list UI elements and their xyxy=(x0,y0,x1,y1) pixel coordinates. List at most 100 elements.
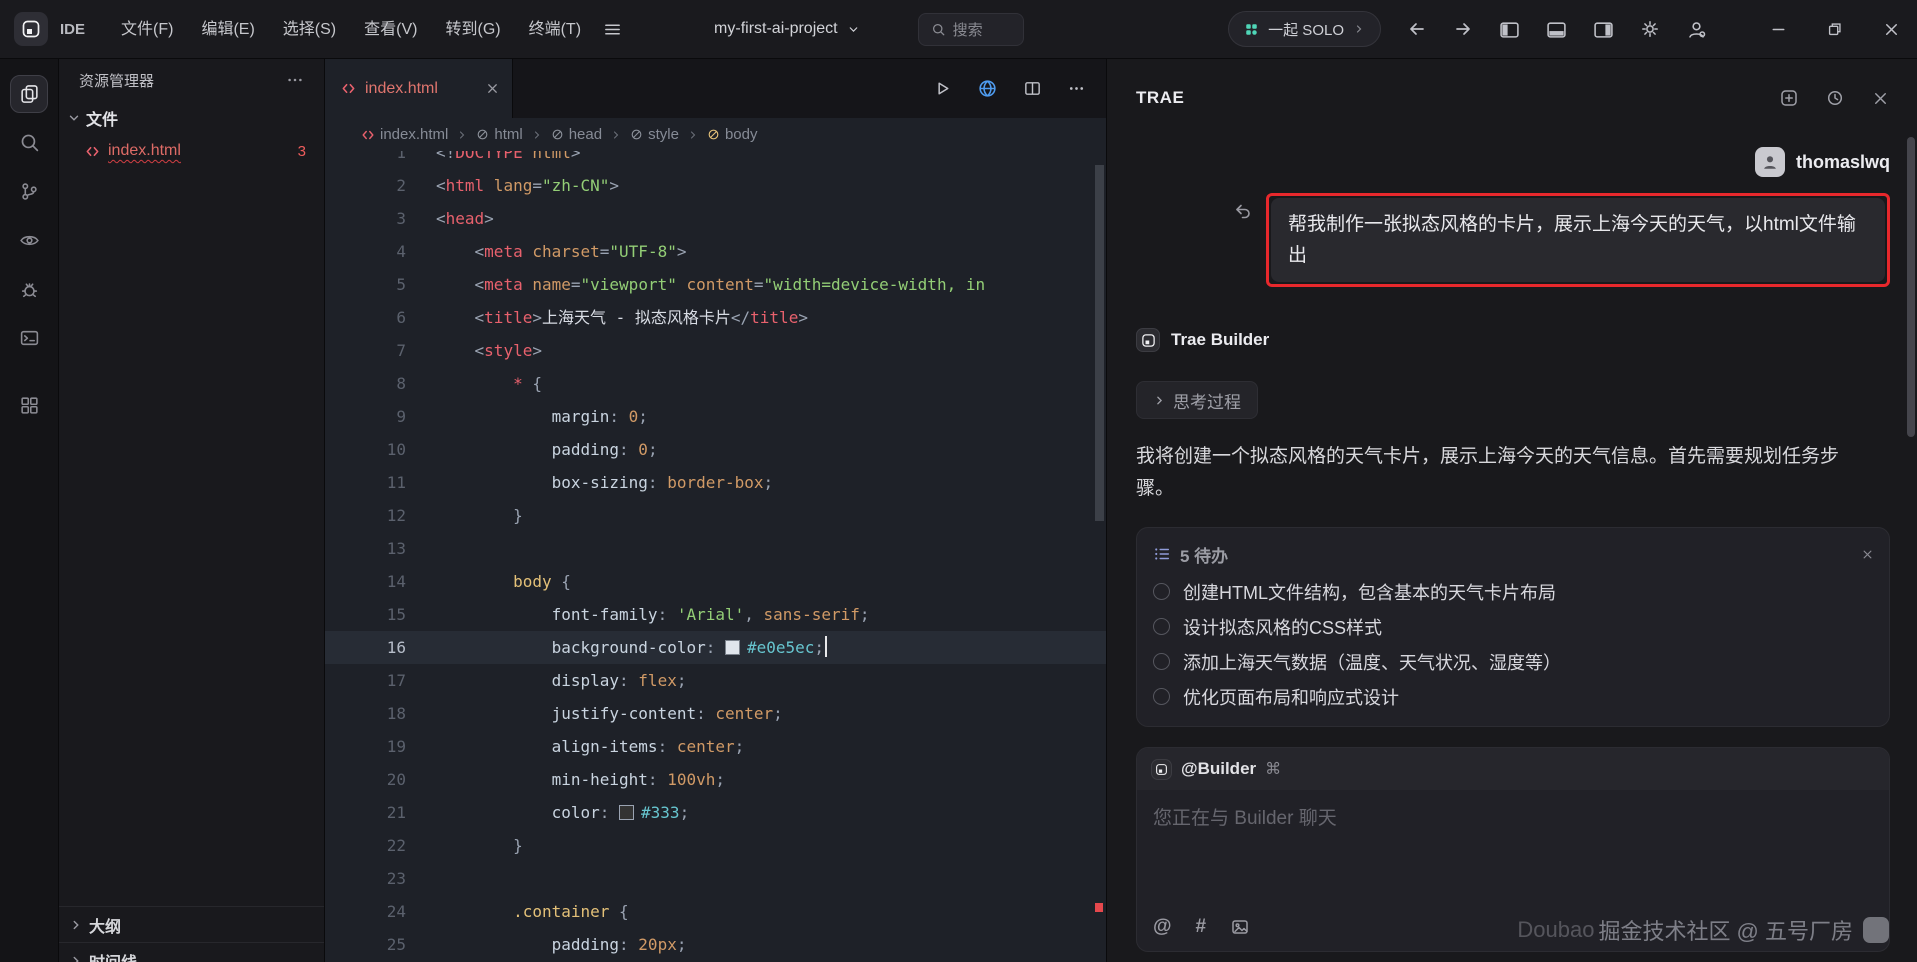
settings-gear-icon[interactable] xyxy=(1640,19,1660,39)
mention-icon[interactable]: @ xyxy=(1153,916,1172,938)
more-actions-icon[interactable] xyxy=(1067,79,1086,98)
code-line-15[interactable]: 15 font-family: 'Arial', sans-serif; xyxy=(325,598,1106,631)
account-icon[interactable] xyxy=(1686,19,1707,40)
todo-collapse-icon[interactable] xyxy=(1860,547,1875,562)
close-window-button[interactable] xyxy=(1882,20,1901,39)
todo-item-1[interactable]: 设计拟态风格的CSS样式 xyxy=(1153,609,1875,644)
code-line-18[interactable]: 18 justify-content: center; xyxy=(325,697,1106,730)
code-line-25[interactable]: 25 padding: 20px; xyxy=(325,928,1106,961)
code-line-16[interactable]: 16 background-color: #e0e5ec; xyxy=(325,631,1106,664)
todo-item-3[interactable]: 优化页面布局和响应式设计 xyxy=(1153,679,1875,714)
code-line-5[interactable]: 5 <meta name="viewport" content="width=d… xyxy=(325,268,1106,301)
breadcrumb-item-head[interactable]: head xyxy=(551,126,602,143)
search-input[interactable]: 搜索 xyxy=(917,12,1024,46)
image-upload-icon[interactable] xyxy=(1230,917,1250,937)
code-line-12[interactable]: 12 } xyxy=(325,499,1106,532)
activity-extensions[interactable] xyxy=(0,381,59,430)
files-section-label: 文件 xyxy=(86,111,119,129)
activity-source-control[interactable] xyxy=(0,167,59,216)
token: * xyxy=(513,374,523,393)
code-editor[interactable]: 1 <!DOCTYPE html> 2 <html lang="zh-CN"> 3 <he… xyxy=(325,151,1106,962)
project-selector[interactable]: my-first-ai-project xyxy=(714,20,860,38)
undo-icon[interactable] xyxy=(1233,201,1253,221)
code-text: display: flex; xyxy=(406,664,687,697)
editor-scrollbar[interactable] xyxy=(1094,151,1104,962)
code-line-19[interactable]: 19 align-items: center; xyxy=(325,730,1106,763)
explorer-more-icon[interactable] xyxy=(286,71,304,89)
code-line-1[interactable]: 1 <!DOCTYPE html> xyxy=(325,151,1106,169)
minimize-button[interactable] xyxy=(1769,20,1788,39)
token: "zh-CN" xyxy=(541,176,610,195)
chat-input[interactable]: 您正在与 Builder 聊天 xyxy=(1137,790,1889,906)
code-line-2[interactable]: 2 <html lang="zh-CN"> xyxy=(325,169,1106,202)
close-panel-icon[interactable] xyxy=(1871,89,1890,108)
code-line-10[interactable]: 10 padding: 0; xyxy=(325,433,1106,466)
toggle-left-panel-icon[interactable] xyxy=(1499,20,1520,39)
trae-logo[interactable] xyxy=(14,12,48,46)
toggle-right-panel-icon[interactable] xyxy=(1593,20,1614,39)
back-button[interactable] xyxy=(1407,19,1427,39)
token: ; xyxy=(676,935,687,954)
scrollbar-thumb[interactable] xyxy=(1095,165,1104,521)
toggle-bottom-panel-icon[interactable] xyxy=(1546,20,1567,39)
activity-files[interactable] xyxy=(0,69,59,118)
code-line-13[interactable]: 13 xyxy=(325,532,1106,565)
activity-terminal[interactable] xyxy=(0,314,59,363)
code-line-9[interactable]: 9 margin: 0; xyxy=(325,400,1106,433)
code-line-20[interactable]: 20 min-height: 100vh; xyxy=(325,763,1106,796)
timeline-section[interactable]: 时间线 xyxy=(59,942,324,962)
hamburger-menu-icon[interactable] xyxy=(603,20,622,39)
forward-button[interactable] xyxy=(1453,19,1473,39)
code-line-23[interactable]: 23 xyxy=(325,862,1106,895)
line-number: 16 xyxy=(386,638,406,657)
file-item-index-html[interactable]: index.html 3 xyxy=(59,134,324,168)
code-line-21[interactable]: 21 color: #333; xyxy=(325,796,1106,829)
breadcrumb-item-style[interactable]: style xyxy=(630,126,679,143)
files-section-header[interactable]: 文件 xyxy=(59,101,324,134)
menu-item-3[interactable]: 查看(V) xyxy=(350,0,431,58)
tab-label: index.html xyxy=(365,79,438,97)
chat-scrollbar[interactable] xyxy=(1907,137,1915,437)
token: <! xyxy=(436,151,456,162)
outline-section[interactable]: 大纲 xyxy=(59,906,324,942)
new-chat-icon[interactable] xyxy=(1779,88,1799,108)
color-swatch xyxy=(724,640,740,655)
menu-item-5[interactable]: 终端(T) xyxy=(515,0,595,58)
code-line-4[interactable]: 4 <meta charset="UTF-8"> xyxy=(325,235,1106,268)
menu-item-1[interactable]: 编辑(E) xyxy=(187,0,268,58)
todo-item-0[interactable]: 创建HTML文件结构，包含基本的天气卡片布局 xyxy=(1153,574,1875,609)
activity-preview[interactable] xyxy=(0,216,59,265)
hashtag-icon[interactable]: # xyxy=(1196,916,1207,938)
todo-item-2[interactable]: 添加上海天气数据（温度、天气状况、湿度等） xyxy=(1153,644,1875,679)
history-icon[interactable] xyxy=(1825,88,1845,108)
breadcrumb-item-body[interactable]: body xyxy=(707,126,757,143)
menu-item-4[interactable]: 转到(G) xyxy=(431,0,514,58)
code-line-6[interactable]: 6 <title>上海天气 - 拟态风格卡片</title> xyxy=(325,301,1106,334)
menu-item-2[interactable]: 选择(S) xyxy=(269,0,350,58)
breadcrumb-item-html[interactable]: html xyxy=(476,126,523,143)
input-context-bar[interactable]: @Builder ⌘ xyxy=(1137,748,1889,790)
user-message-bubble[interactable]: 帮我制作一张拟态风格的卡片，展示上海今天的天气，以html文件输出 xyxy=(1271,198,1885,282)
code-line-22[interactable]: 22 } xyxy=(325,829,1106,862)
code-line-17[interactable]: 17 display: flex; xyxy=(325,664,1106,697)
todo-header[interactable]: 5 待办 xyxy=(1153,540,1875,568)
tab-close-icon[interactable] xyxy=(485,81,500,96)
run-button[interactable] xyxy=(933,79,952,98)
code-line-14[interactable]: 14 body { xyxy=(325,565,1106,598)
activity-search[interactable] xyxy=(0,118,59,167)
open-in-browser-globe-icon[interactable] xyxy=(977,78,998,99)
tab-index-html[interactable]: index.html xyxy=(325,59,513,118)
code-line-24[interactable]: 24 .container { xyxy=(325,895,1106,928)
menu-item-0[interactable]: 文件(F) xyxy=(107,0,187,58)
activity-debug[interactable] xyxy=(0,265,59,314)
code-line-11[interactable]: 11 box-sizing: border-box; xyxy=(325,466,1106,499)
split-editor-icon[interactable] xyxy=(1023,79,1042,98)
breadcrumb-item-index.html[interactable]: index.html xyxy=(361,126,448,143)
solo-button[interactable]: 一起 SOLO xyxy=(1228,11,1381,47)
code-line-7[interactable]: 7 <style> xyxy=(325,334,1106,367)
restore-button[interactable] xyxy=(1826,20,1844,39)
code-line-8[interactable]: 8 * { xyxy=(325,367,1106,400)
code-line-3[interactable]: 3 <head> xyxy=(325,202,1106,235)
thinking-process-toggle[interactable]: 思考过程 xyxy=(1136,381,1258,419)
